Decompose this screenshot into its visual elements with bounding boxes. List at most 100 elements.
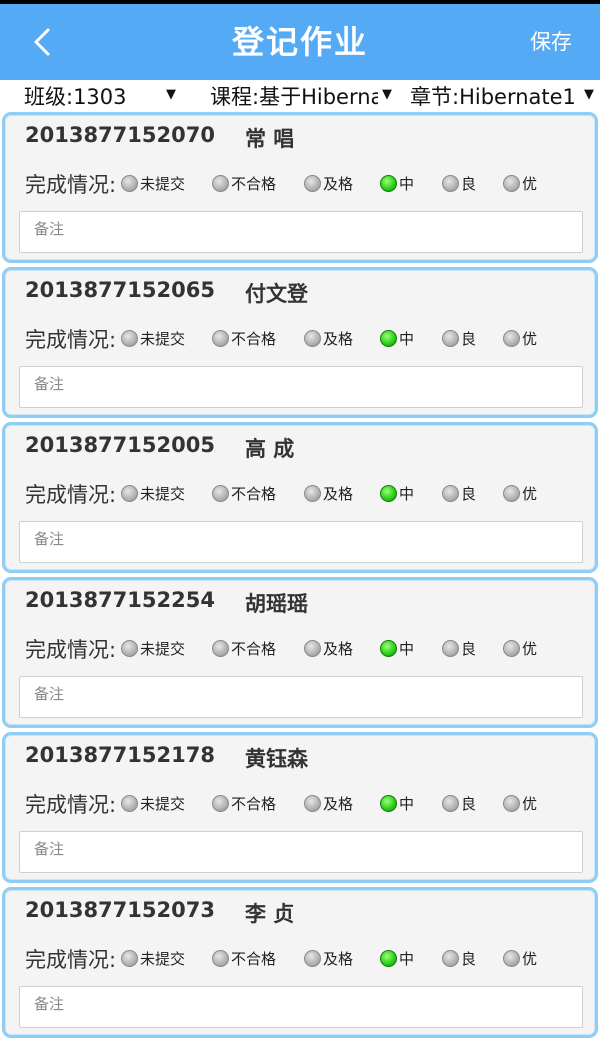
filter-bar: 班级:1303 ▼ 课程:基于Hibernate ▼ 章节:Hibernate1… [0,80,600,112]
status-radio-option[interactable]: 及格 [304,636,353,660]
student-card: 2013877152065 付文登 完成情况: 未提交 不合格 及格 中 良 优备注 [2,267,598,418]
student-name: 黄钰森 [245,747,308,771]
radio-option-label: 中 [399,484,415,503]
radio-option-label: 良 [461,794,477,813]
status-radio-option[interactable]: 未提交 [121,481,185,505]
radio-button-icon [503,174,520,192]
radio-button-icon [212,639,229,657]
radio-option-label: 良 [461,639,477,658]
student-name: 付文登 [245,282,308,306]
radio-option-label: 不合格 [231,174,277,193]
remark-input[interactable]: 备注 [19,986,583,1028]
status-radio-option[interactable]: 及格 [304,171,353,195]
radio-option-label: 不合格 [231,949,277,968]
status-radio-option[interactable]: 不合格 [212,946,276,970]
radio-button-icon [304,484,321,502]
radio-option-label: 未提交 [140,329,186,348]
radio-option-label: 优 [522,174,538,193]
status-radio-option[interactable]: 优 [503,481,537,505]
radio-option-label: 及格 [323,794,354,813]
dropdown-arrow-icon: ▼ [166,87,176,102]
status-radio-option[interactable]: 良 [442,636,476,660]
class-select[interactable]: 班级:1303 ▼ [24,80,176,112]
radio-button-icon [304,329,321,347]
status-radio-option[interactable]: 优 [503,791,537,815]
radio-button-icon [503,329,520,347]
student-card: 2013877152254 胡瑶瑶 完成情况: 未提交 不合格 及格 中 良 优备注 [2,577,598,728]
class-select-value: 班级:1303 [24,85,127,109]
back-button[interactable] [22,22,62,62]
remark-input[interactable]: 备注 [19,521,583,563]
radio-button-icon [380,174,397,192]
radio-option-label: 未提交 [140,639,186,658]
radio-button-icon [503,949,520,967]
status-radio-option[interactable]: 中 [380,326,414,350]
course-select-value: 课程:基于Hibernate [210,85,378,109]
radio-button-icon [121,949,138,967]
radio-button-icon [442,794,459,812]
student-id: 2013877152073 [25,898,215,922]
status-radio-option[interactable]: 不合格 [212,636,276,660]
remark-input[interactable]: 备注 [19,211,583,253]
student-name: 高 成 [245,437,295,461]
status-radio-option[interactable]: 及格 [304,946,353,970]
chapter-select[interactable]: 章节:Hibernate1 ▼ [410,80,594,112]
radio-option-label: 不合格 [231,794,277,813]
radio-option-label: 中 [399,794,415,813]
status-radio-option[interactable]: 未提交 [121,171,185,195]
status-radio-option[interactable]: 及格 [304,326,353,350]
student-card: 2013877152178 黄钰森 完成情况: 未提交 不合格 及格 中 良 优备注 [2,732,598,883]
status-radio-option[interactable]: 及格 [304,481,353,505]
status-radio-option[interactable]: 未提交 [121,946,185,970]
radio-button-icon [503,794,520,812]
status-radio-option[interactable]: 良 [442,791,476,815]
status-radio-option[interactable]: 优 [503,326,537,350]
course-select[interactable]: 课程:基于Hibernate ▼ [210,80,392,112]
student-name: 常 唱 [245,127,295,151]
student-card: 2013877152073 李 贞完成情况: 未提交 不合格 及格 中 良 优备注 [2,887,598,1038]
chapter-select-value: 章节:Hibernate1 [410,85,576,109]
radio-option-label: 不合格 [231,329,277,348]
remark-input[interactable]: 备注 [19,831,583,873]
remark-input[interactable]: 备注 [19,676,583,718]
status-radio-option[interactable]: 不合格 [212,326,276,350]
status-radio-option[interactable]: 不合格 [212,481,276,505]
status-radio-option[interactable]: 中 [380,171,414,195]
status-radio-option[interactable]: 中 [380,636,414,660]
radio-button-icon [212,484,229,502]
status-radio-option[interactable]: 优 [503,946,537,970]
radio-button-icon [442,174,459,192]
radio-option-label: 良 [461,484,477,503]
radio-option-label: 不合格 [231,639,277,658]
status-radio-option[interactable]: 中 [380,946,414,970]
status-radio-option[interactable]: 未提交 [121,791,185,815]
status-radio-option[interactable]: 不合格 [212,791,276,815]
status-radio-option[interactable]: 优 [503,636,537,660]
radio-button-icon [212,329,229,347]
status-radio-option[interactable]: 良 [442,326,476,350]
radio-option-label: 中 [399,174,415,193]
radio-option-label: 优 [522,484,538,503]
status-radio-option[interactable]: 未提交 [121,326,185,350]
radio-option-label: 及格 [323,639,354,658]
status-radio-option[interactable]: 良 [442,946,476,970]
radio-button-icon [121,329,138,347]
radio-button-icon [212,949,229,967]
radio-button-icon [442,329,459,347]
completion-status-label: 完成情况: [25,793,117,817]
radio-button-icon [304,174,321,192]
remark-input[interactable]: 备注 [19,366,583,408]
radio-option-label: 优 [522,794,538,813]
status-radio-option[interactable]: 及格 [304,791,353,815]
status-radio-option[interactable]: 未提交 [121,636,185,660]
save-button[interactable]: 保存 [530,22,572,62]
status-radio-option[interactable]: 不合格 [212,171,276,195]
student-id: 2013877152254 [25,588,215,612]
radio-option-label: 良 [461,329,477,348]
radio-option-label: 优 [522,639,538,658]
status-radio-option[interactable]: 良 [442,481,476,505]
status-radio-option[interactable]: 中 [380,791,414,815]
status-radio-option[interactable]: 良 [442,171,476,195]
status-radio-option[interactable]: 中 [380,481,414,505]
status-radio-option[interactable]: 优 [503,171,537,195]
